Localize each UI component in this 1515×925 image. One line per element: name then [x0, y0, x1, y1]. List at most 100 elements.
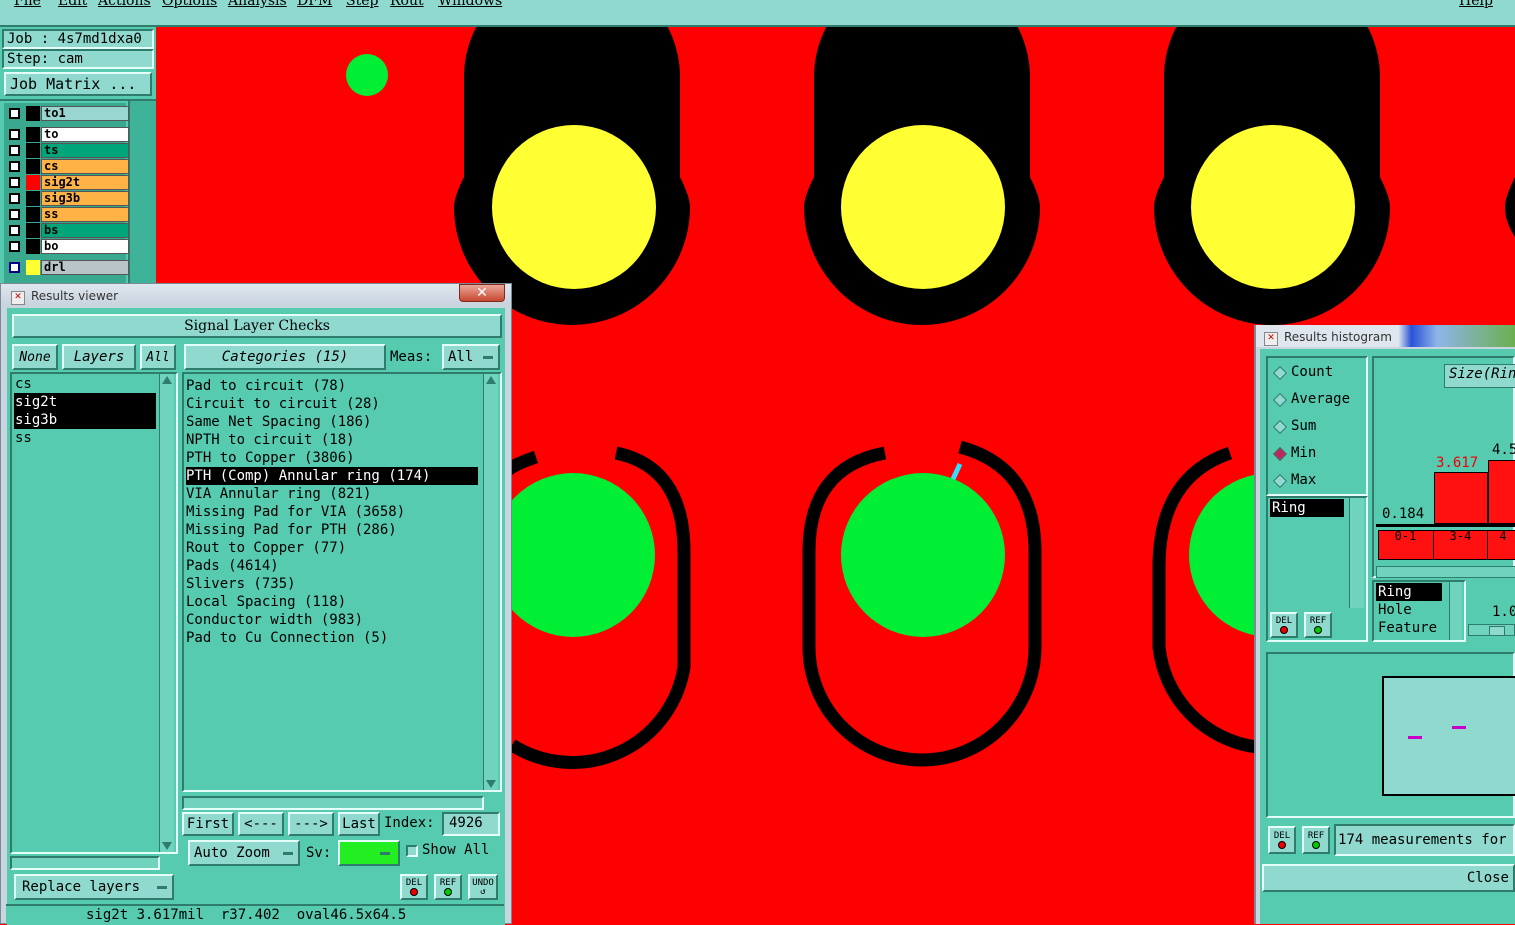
menu-help[interactable]: Help: [1459, 0, 1493, 9]
menu-step[interactable]: Step: [346, 0, 378, 9]
layers-hscroll[interactable]: [10, 856, 160, 870]
list-item[interactable]: sig3b: [14, 411, 156, 429]
scroll-down-icon[interactable]: [162, 842, 172, 850]
layer-row-sig3b[interactable]: sig3b: [6, 191, 129, 206]
mode-radio-count[interactable]: Count: [1272, 364, 1362, 382]
categories-button[interactable]: Categories (15): [184, 344, 386, 370]
layer-checkbox[interactable]: [9, 129, 20, 140]
layer-color-swatch[interactable]: [26, 143, 40, 158]
list-item[interactable]: ss: [14, 429, 156, 447]
menu-edit[interactable]: Edit: [58, 0, 87, 9]
prev-button[interactable]: <---: [238, 812, 284, 836]
layer-color-swatch[interactable]: [26, 191, 40, 206]
layer-name[interactable]: to: [41, 127, 129, 142]
menu-options[interactable]: Options: [162, 0, 217, 9]
layer-name[interactable]: sig2t: [41, 175, 129, 190]
hist-del-button[interactable]: DEL: [1270, 612, 1298, 638]
type-list-scrollbar[interactable]: [1449, 582, 1462, 640]
close-icon[interactable]: ✕: [459, 284, 505, 302]
layer-color-swatch[interactable]: [26, 223, 40, 238]
category-item[interactable]: NPTH to circuit (18): [186, 431, 478, 449]
layer-row-to1[interactable]: to1: [6, 106, 129, 121]
list-item[interactable]: sig2t: [14, 393, 156, 411]
last-button[interactable]: Last: [338, 812, 380, 836]
layer-color-swatch[interactable]: [26, 106, 40, 121]
list-item[interactable]: Hole: [1376, 601, 1442, 619]
category-item[interactable]: Rout to Copper (77): [186, 539, 478, 557]
categories-scrollbar[interactable]: [483, 374, 498, 790]
hist-ref-button-2[interactable]: REF: [1302, 826, 1330, 854]
histogram-hscroll[interactable]: [1376, 566, 1515, 578]
layer-name[interactable]: sig3b: [41, 191, 129, 206]
layers-list-scrollbar[interactable]: [159, 374, 174, 852]
layer-row-sig2t[interactable]: sig2t: [6, 175, 129, 190]
layer-name[interactable]: ts: [41, 143, 129, 158]
layer-row-cs[interactable]: cs: [6, 159, 129, 174]
close-button[interactable]: Close: [1262, 864, 1515, 892]
layer-name[interactable]: bs: [41, 223, 129, 238]
layer-checkbox[interactable]: [9, 209, 20, 220]
histogram-titlebar[interactable]: ✕ Results histogram: [1256, 325, 1515, 347]
mode-radio-max[interactable]: Max: [1272, 472, 1362, 490]
category-item[interactable]: Missing Pad for VIA (3658): [186, 503, 478, 521]
undo-button[interactable]: UNDO ↺: [468, 874, 498, 900]
menu-actions[interactable]: Actions: [98, 0, 151, 9]
histogram-bar[interactable]: [1434, 472, 1488, 524]
category-item[interactable]: PTH to Copper (3806): [186, 449, 478, 467]
category-item[interactable]: VIA Annular ring (821): [186, 485, 478, 503]
job-matrix-button[interactable]: Job Matrix ...: [4, 72, 152, 96]
category-item[interactable]: Same Net Spacing (186): [186, 413, 478, 431]
layer-color-swatch[interactable]: [26, 159, 40, 174]
layer-checkbox[interactable]: [9, 193, 20, 204]
layer-checkbox[interactable]: [9, 225, 20, 236]
category-item[interactable]: PTH (Comp) Annular ring (174): [186, 467, 478, 485]
histogram-list-scrollbar[interactable]: [1349, 498, 1364, 608]
list-item[interactable]: Ring: [1376, 583, 1442, 601]
layer-checkbox[interactable]: [9, 177, 20, 188]
category-item[interactable]: Slivers (735): [186, 575, 478, 593]
layer-row-bs[interactable]: bs: [6, 223, 129, 238]
list-item[interactable]: Ring: [1270, 499, 1344, 517]
first-button[interactable]: First: [182, 812, 234, 836]
layer-color-swatch[interactable]: [26, 207, 40, 222]
index-field[interactable]: 4926: [442, 812, 500, 836]
mode-radio-min[interactable]: Min: [1272, 445, 1362, 463]
meas-dropdown[interactable]: All: [442, 344, 500, 370]
menu-dfm[interactable]: DFM: [297, 0, 332, 9]
layers-button[interactable]: Layers: [62, 344, 136, 370]
scale-slider[interactable]: [1468, 624, 1515, 636]
list-item[interactable]: cs: [14, 375, 156, 393]
category-item[interactable]: Conductor width (983): [186, 611, 478, 629]
layer-row-drl[interactable]: drl: [6, 260, 129, 275]
layer-checkbox[interactable]: [9, 241, 20, 252]
layer-row-ss[interactable]: ss: [6, 207, 129, 222]
layer-checkbox[interactable]: [9, 262, 20, 273]
layer-color-swatch[interactable]: [26, 175, 40, 190]
scroll-down-icon[interactable]: [486, 780, 496, 788]
category-item[interactable]: Missing Pad for PTH (286): [186, 521, 478, 539]
hist-del-button-2[interactable]: DEL: [1268, 826, 1296, 854]
category-item[interactable]: Circuit to circuit (28): [186, 395, 478, 413]
menu-windows[interactable]: Windows: [438, 0, 502, 9]
mode-radio-average[interactable]: Average: [1272, 391, 1362, 409]
scroll-up-icon[interactable]: [486, 376, 496, 384]
del-button[interactable]: DEL: [400, 874, 428, 900]
category-item[interactable]: Pad to circuit (78): [186, 377, 478, 395]
categories-hscroll[interactable]: [182, 796, 484, 810]
none-button[interactable]: None: [12, 344, 58, 370]
preview-canvas[interactable]: [1382, 676, 1515, 796]
layer-name[interactable]: drl: [41, 260, 129, 275]
layer-row-to[interactable]: to: [6, 127, 129, 142]
layer-name[interactable]: to1: [41, 106, 129, 121]
menu-file[interactable]: File: [14, 0, 41, 9]
slider-thumb[interactable]: [1489, 626, 1505, 636]
all-button[interactable]: All: [140, 344, 176, 370]
auto-zoom-dropdown[interactable]: Auto Zoom: [188, 840, 300, 866]
hist-ref-button[interactable]: REF: [1304, 612, 1332, 638]
results-viewer-titlebar[interactable]: ✕ Results viewer ✕: [1, 284, 511, 306]
layer-color-swatch[interactable]: [26, 260, 40, 275]
list-item[interactable]: Feature: [1376, 619, 1442, 637]
layer-scrollbar[interactable]: [128, 101, 156, 297]
histogram-bar[interactable]: [1488, 460, 1515, 524]
replace-layers-dropdown[interactable]: Replace layers: [14, 874, 174, 900]
